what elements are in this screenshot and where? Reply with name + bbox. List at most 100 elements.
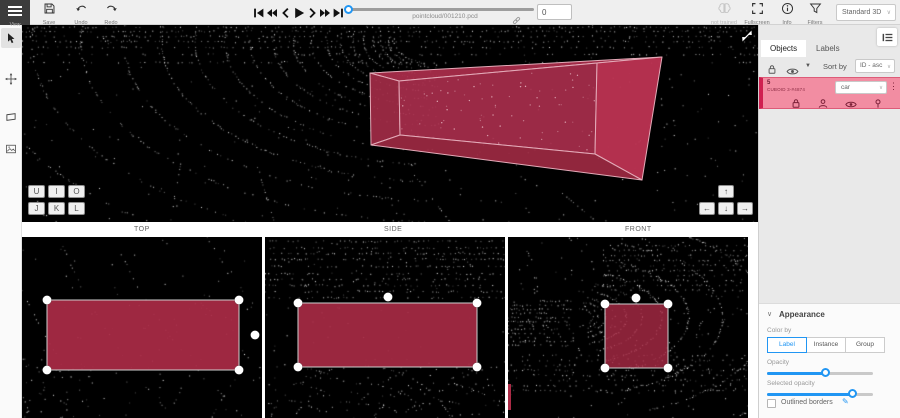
arrow-right-key[interactable]: → xyxy=(737,202,753,215)
sort-value: ID - asc xyxy=(860,62,882,69)
resize-handle[interactable] xyxy=(43,296,52,305)
object-menu-icon[interactable]: ⋮ xyxy=(889,81,898,92)
redo-icon xyxy=(105,2,118,15)
nn-model-button[interactable]: not trained xyxy=(708,2,740,26)
cuboid-front-face[interactable] xyxy=(605,304,668,368)
object-visibility-icon[interactable] xyxy=(845,96,857,114)
info-button[interactable]: Info xyxy=(774,2,800,26)
redo-label: Redo xyxy=(98,20,124,26)
top-viewport[interactable] xyxy=(22,237,262,418)
resize-handle[interactable] xyxy=(601,300,610,309)
rotate-handle[interactable] xyxy=(384,293,393,302)
pan-tool-button[interactable] xyxy=(1,68,21,88)
frame-number-input[interactable] xyxy=(537,4,572,20)
hotkey-j[interactable]: J xyxy=(28,202,45,215)
hotkey-k[interactable]: K xyxy=(48,202,65,215)
hotkey-u[interactable]: U xyxy=(28,185,45,198)
previous-frame-button[interactable] xyxy=(280,6,293,19)
resize-handle[interactable] xyxy=(473,299,482,308)
side-viewport[interactable] xyxy=(265,237,505,418)
appearance-title[interactable]: Appearance xyxy=(779,310,825,319)
sort-select[interactable]: ID - asc ∨ xyxy=(855,59,895,73)
frame-slider[interactable] xyxy=(348,8,534,11)
view-mode-select[interactable]: Standard 3D ∨ xyxy=(836,4,896,21)
appearance-section: ∨ Appearance Color by Label Instance Gro… xyxy=(759,303,900,418)
cuboid-3d[interactable] xyxy=(22,25,758,222)
collapse-icon[interactable]: ∨ xyxy=(767,310,772,318)
rotate-handle[interactable] xyxy=(632,294,641,303)
hotkey-o[interactable]: O xyxy=(68,185,85,198)
skip-to-first-button[interactable] xyxy=(253,6,266,19)
play-button[interactable] xyxy=(293,6,306,19)
undo-button[interactable]: Undo xyxy=(68,2,94,26)
fast-forward-icon xyxy=(319,7,331,19)
pointcloud-annotation-app: View Save Undo Redo pointcloud/001210.pc… xyxy=(0,0,900,418)
main-3d-viewport[interactable]: U I O J K L ↑ ← ↓ → xyxy=(22,25,758,222)
opacity-slider-handle[interactable] xyxy=(821,368,830,377)
select-tool-button[interactable] xyxy=(1,28,21,48)
image-context-tool-button[interactable] xyxy=(1,138,21,158)
brain-icon xyxy=(717,2,732,15)
outlined-borders-label: Outlined borders xyxy=(781,399,833,406)
hotkey-l[interactable]: L xyxy=(68,202,85,215)
tab-labels[interactable]: Labels xyxy=(807,40,849,57)
hotkey-i[interactable]: I xyxy=(48,185,65,198)
fast-backward-button[interactable] xyxy=(266,6,279,19)
next-frame-button[interactable] xyxy=(306,6,319,19)
arrow-up-key[interactable]: ↑ xyxy=(718,185,734,198)
hamburger-icon xyxy=(8,4,22,18)
info-icon xyxy=(781,2,794,15)
selected-opacity-slider-handle[interactable] xyxy=(848,389,857,398)
opacity-label: Opacity xyxy=(767,359,789,366)
opacity-slider[interactable] xyxy=(767,369,873,378)
cuboid-tool-button[interactable] xyxy=(1,106,21,126)
rotate-handle[interactable] xyxy=(251,331,260,340)
redo-button[interactable]: Redo xyxy=(98,2,124,26)
menu-label: View xyxy=(0,23,30,28)
resize-handle[interactable] xyxy=(235,366,244,375)
object-author-icon[interactable] xyxy=(818,96,828,114)
arrow-left-key[interactable]: ← xyxy=(699,202,715,215)
expand-all-icon[interactable]: ▼ xyxy=(805,63,811,69)
cuboid-side-face[interactable] xyxy=(298,303,477,367)
frame-slider-handle[interactable] xyxy=(344,5,353,14)
tab-objects[interactable]: Objects xyxy=(761,40,806,57)
color-by-instance-option[interactable]: Instance xyxy=(806,337,846,353)
resize-handle[interactable] xyxy=(473,363,482,372)
edit-pencil-icon[interactable]: ✎ xyxy=(842,397,849,406)
cuboid-top-face[interactable] xyxy=(47,300,239,370)
side-view-annotation xyxy=(265,237,505,418)
chevron-down-icon: ∨ xyxy=(887,6,891,21)
filters-label: Filters xyxy=(802,20,828,26)
objects-panel: Objects Labels ▼ Sort by ID - asc ∨ 5 CU… xyxy=(758,25,900,418)
object-pin-icon[interactable] xyxy=(873,96,883,114)
object-list-item-selected[interactable]: 5 CUBOID 3-#4874 car ∨ ⋮ xyxy=(759,77,900,109)
main-menu-button[interactable]: View xyxy=(0,0,30,25)
outlined-borders-checkbox[interactable] xyxy=(767,399,776,408)
object-class-select[interactable]: car ∨ xyxy=(835,81,887,94)
arrow-down-key[interactable]: ↓ xyxy=(718,202,734,215)
save-button[interactable]: Save xyxy=(36,2,62,26)
view-mode-value: Standard 3D xyxy=(842,9,881,16)
resize-handle[interactable] xyxy=(43,366,52,375)
fullscreen-button[interactable]: Fullscreen xyxy=(744,2,770,26)
resize-handle[interactable] xyxy=(601,364,610,373)
object-lock-icon[interactable] xyxy=(791,96,801,114)
filters-button[interactable]: Filters xyxy=(802,2,828,26)
resize-handle[interactable] xyxy=(294,363,303,372)
resize-handle[interactable] xyxy=(235,296,244,305)
move-icon xyxy=(5,73,17,85)
selected-opacity-slider[interactable] xyxy=(767,390,873,399)
front-viewport[interactable] xyxy=(508,237,748,418)
panel-settings-button[interactable] xyxy=(877,28,897,46)
skip-first-icon xyxy=(253,7,265,19)
resize-handle[interactable] xyxy=(664,300,673,309)
expand-view-icon[interactable] xyxy=(740,29,754,43)
next-icon xyxy=(306,7,318,19)
color-by-group-option[interactable]: Group xyxy=(845,337,885,353)
resize-handle[interactable] xyxy=(294,299,303,308)
link-icon[interactable] xyxy=(512,12,521,30)
color-by-label-option[interactable]: Label xyxy=(767,337,807,353)
resize-handle[interactable] xyxy=(664,364,673,373)
fast-forward-button[interactable] xyxy=(319,6,332,19)
